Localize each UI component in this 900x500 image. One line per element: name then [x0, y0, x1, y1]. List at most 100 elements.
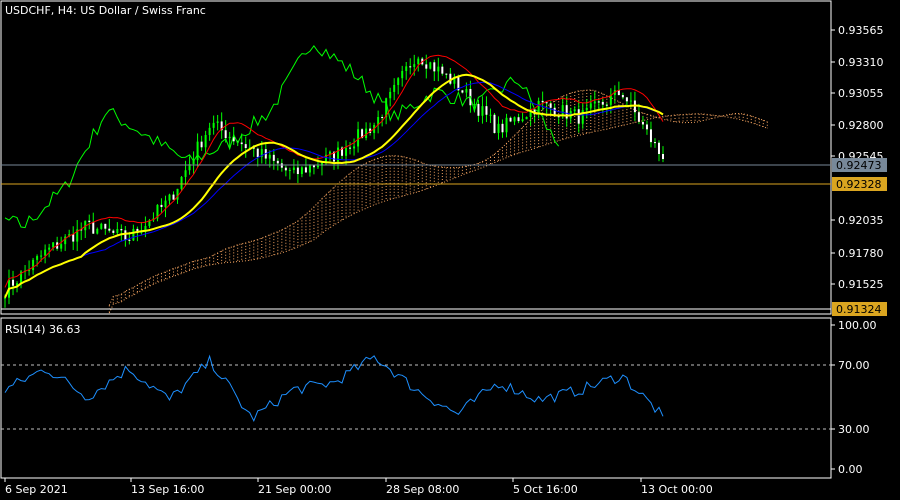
- candle-body: [300, 167, 303, 175]
- chikou-span: [4, 44, 560, 229]
- candle-body: [48, 247, 51, 250]
- candle-body: [541, 100, 544, 103]
- rsi-label: RSI(14) 36.63: [5, 323, 80, 336]
- time-axis: 6 Sep 2021 13 Sep 16:00 21 Sep 00:00 28 …: [4, 478, 713, 496]
- candle-body: [662, 153, 664, 160]
- candle-body: [316, 165, 319, 168]
- candle-body: [296, 167, 299, 175]
- candle-body: [276, 160, 279, 164]
- candle-body: [653, 142, 656, 144]
- moving-average: [4, 73, 664, 299]
- candle-body: [116, 229, 119, 233]
- price-axis: 0.93565 0.93310 0.93055 0.92800 0.92545 …: [831, 24, 887, 316]
- main-pane-frame: [0, 0, 832, 315]
- price-tick: 0.92035: [838, 214, 884, 227]
- candle-body: [72, 234, 75, 242]
- candle-body: [52, 242, 55, 248]
- candle-body: [228, 136, 231, 139]
- time-label: 13 Sep 16:00: [131, 483, 204, 496]
- candle-body: [164, 200, 167, 207]
- rsi-axis: 100.00 70.00 30.00 0.00: [831, 319, 877, 476]
- rsi-series: [4, 354, 664, 423]
- candle-body: [489, 114, 492, 116]
- candle-body: [304, 167, 307, 173]
- candle-body: [244, 144, 247, 149]
- price-candles: [4, 54, 664, 308]
- candle-body: [401, 70, 404, 79]
- candle-body: [357, 129, 360, 147]
- candle-body: [477, 103, 480, 116]
- candle-body: [32, 259, 35, 271]
- candle-body: [609, 94, 612, 105]
- senkou-span-b: [108, 113, 768, 314]
- candle-body: [405, 66, 408, 71]
- candle-body: [649, 129, 652, 143]
- candle-body: [108, 228, 111, 231]
- candle-body: [204, 135, 207, 148]
- candle-body: [429, 62, 432, 69]
- candle-body: [172, 194, 175, 200]
- candle-body: [240, 142, 243, 145]
- candle-body: [288, 170, 291, 172]
- candle-body: [268, 154, 271, 159]
- candle-body: [184, 170, 187, 177]
- price-tick: 0.92800: [838, 119, 884, 132]
- candle-body: [589, 103, 592, 108]
- price-tick: 0.91525: [838, 278, 884, 291]
- candle-body: [345, 147, 348, 156]
- candle-body: [549, 103, 552, 108]
- candle-body: [605, 104, 608, 106]
- candle-body: [501, 123, 504, 133]
- candle-body: [12, 279, 15, 286]
- candle-body: [393, 84, 396, 92]
- candle-body: [44, 249, 47, 256]
- rsi-tick: 30.00: [838, 423, 870, 436]
- candle-body: [40, 255, 43, 257]
- candle-body: [521, 119, 524, 122]
- candle-body: [200, 141, 203, 148]
- candle-body: [513, 117, 516, 122]
- candle-body: [92, 221, 95, 234]
- candle-body: [88, 220, 91, 222]
- candle-body: [208, 127, 211, 136]
- candle-body: [180, 176, 183, 189]
- candle-body: [60, 244, 63, 249]
- candle-body: [409, 66, 412, 68]
- candle-body: [485, 106, 488, 115]
- low-price-label: 0.91324: [836, 303, 882, 316]
- time-label: 13 Oct 00:00: [641, 483, 713, 496]
- bid-price-label: 0.92473: [836, 159, 882, 172]
- candle-body: [96, 228, 99, 234]
- candle-body: [577, 109, 580, 124]
- ask-price-label: 0.92328: [836, 178, 882, 191]
- candle-body: [517, 117, 520, 122]
- candle-body: [601, 101, 604, 105]
- candle-body: [100, 223, 103, 229]
- candle-body: [573, 109, 576, 112]
- candle-body: [593, 101, 596, 104]
- candle-body: [397, 78, 400, 85]
- candle-body: [441, 66, 444, 74]
- candle-body: [224, 130, 227, 139]
- candle-body: [645, 124, 648, 130]
- price-tick: 0.93055: [838, 87, 884, 100]
- candle-body: [272, 154, 275, 161]
- candle-body: [509, 117, 512, 122]
- price-tick: 0.91780: [838, 247, 884, 260]
- candle-body: [292, 167, 295, 171]
- candle-body: [256, 148, 259, 158]
- candle-body: [481, 106, 484, 116]
- candle-body: [525, 116, 528, 120]
- candle-body: [505, 117, 508, 133]
- candle-body: [112, 230, 115, 233]
- candle-body: [545, 102, 548, 104]
- trading-chart[interactable]: USDCHF, H4: US Dollar / Swiss Franc 0.93…: [0, 0, 900, 500]
- rsi-tick: 0.00: [838, 463, 863, 476]
- candle-body: [312, 165, 315, 168]
- candle-body: [284, 167, 287, 171]
- ichimoku-cloud: [108, 89, 768, 313]
- time-label: 6 Sep 2021: [5, 483, 68, 496]
- candle-body: [349, 147, 352, 149]
- candle-body: [124, 230, 127, 240]
- price-tick: 0.93565: [838, 24, 884, 37]
